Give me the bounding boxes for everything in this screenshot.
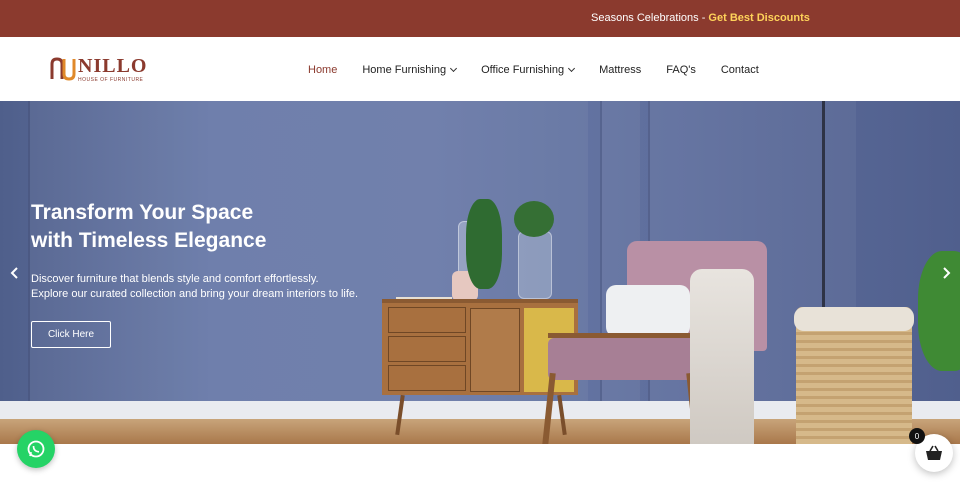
site-header: NILLO HOUSE OF FURNITURE Home Home Furni…	[0, 37, 960, 101]
promo-separator: -	[701, 12, 706, 24]
nav-office-furnishing-label: Office Furnishing	[481, 64, 565, 76]
nillo-logo-mark-icon	[50, 57, 76, 81]
glass-vase	[518, 231, 552, 299]
chevron-down-icon	[450, 64, 458, 73]
cart-count-badge: 0	[909, 428, 925, 444]
logo-tagline: HOUSE OF FURNITURE	[78, 77, 144, 83]
basket-icon	[926, 445, 942, 460]
logo-brand: NILLO	[78, 55, 148, 77]
nav-mattress[interactable]: Mattress	[599, 64, 641, 76]
hero-title-line: with Timeless Elegance	[31, 229, 267, 252]
plant	[466, 199, 502, 289]
site-logo[interactable]: NILLO HOUSE OF FURNITURE	[50, 55, 150, 84]
hero-subtitle-line: Discover furniture that blends style and…	[31, 273, 319, 285]
whatsapp-icon	[27, 440, 45, 458]
main-nav: Home Home Furnishing Office Furnishing M…	[308, 64, 759, 76]
hero-title-line: Transform Your Space	[31, 201, 254, 224]
nav-home-label: Home	[308, 64, 338, 76]
nav-home-furnishing[interactable]: Home Furnishing	[362, 64, 458, 76]
plant	[918, 251, 960, 371]
nav-faqs[interactable]: FAQ's	[666, 64, 696, 76]
nav-faqs-label: FAQ's	[666, 64, 696, 76]
promo-highlight[interactable]: Get Best Discounts	[708, 12, 809, 24]
wicker-basket-lid	[794, 307, 914, 331]
armchair-frame	[548, 333, 698, 338]
nav-home[interactable]: Home	[308, 64, 337, 76]
armchair-seat	[548, 338, 698, 380]
hero-subtitle-line: Explore our curated collection and bring…	[31, 288, 359, 300]
promo-text[interactable]: Seasons Celebrations - Get Best Discount…	[591, 12, 810, 24]
hero-cta-button[interactable]: Click Here	[31, 321, 111, 348]
chevron-right-icon[interactable]	[940, 267, 952, 279]
throw-blanket	[690, 269, 754, 444]
cabinet-drawer	[388, 336, 466, 362]
plant	[514, 201, 554, 237]
hero-subtitle: Discover furniture that blends style and…	[31, 272, 358, 302]
whatsapp-button[interactable]	[17, 430, 55, 468]
hero-slider: Transform Your Space with Timeless Elega…	[0, 101, 960, 444]
cabinet-door	[470, 308, 520, 392]
promo-label: Seasons Celebrations	[591, 12, 699, 24]
promo-bar: Seasons Celebrations - Get Best Discount…	[0, 0, 960, 37]
chevron-down-icon	[568, 64, 576, 73]
nav-home-furnishing-label: Home Furnishing	[362, 64, 447, 76]
nav-mattress-label: Mattress	[599, 64, 642, 76]
cabinet-drawer	[388, 365, 466, 391]
floor-lamp	[822, 101, 825, 311]
nav-office-furnishing[interactable]: Office Furnishing	[481, 64, 576, 76]
nav-contact[interactable]: Contact	[721, 64, 759, 76]
nav-contact-label: Contact	[720, 64, 759, 76]
cabinet-drawer	[388, 307, 466, 333]
chevron-left-icon[interactable]	[9, 267, 21, 279]
armchair-cushion	[606, 285, 690, 337]
hero-title: Transform Your Space with Timeless Elega…	[31, 199, 351, 255]
